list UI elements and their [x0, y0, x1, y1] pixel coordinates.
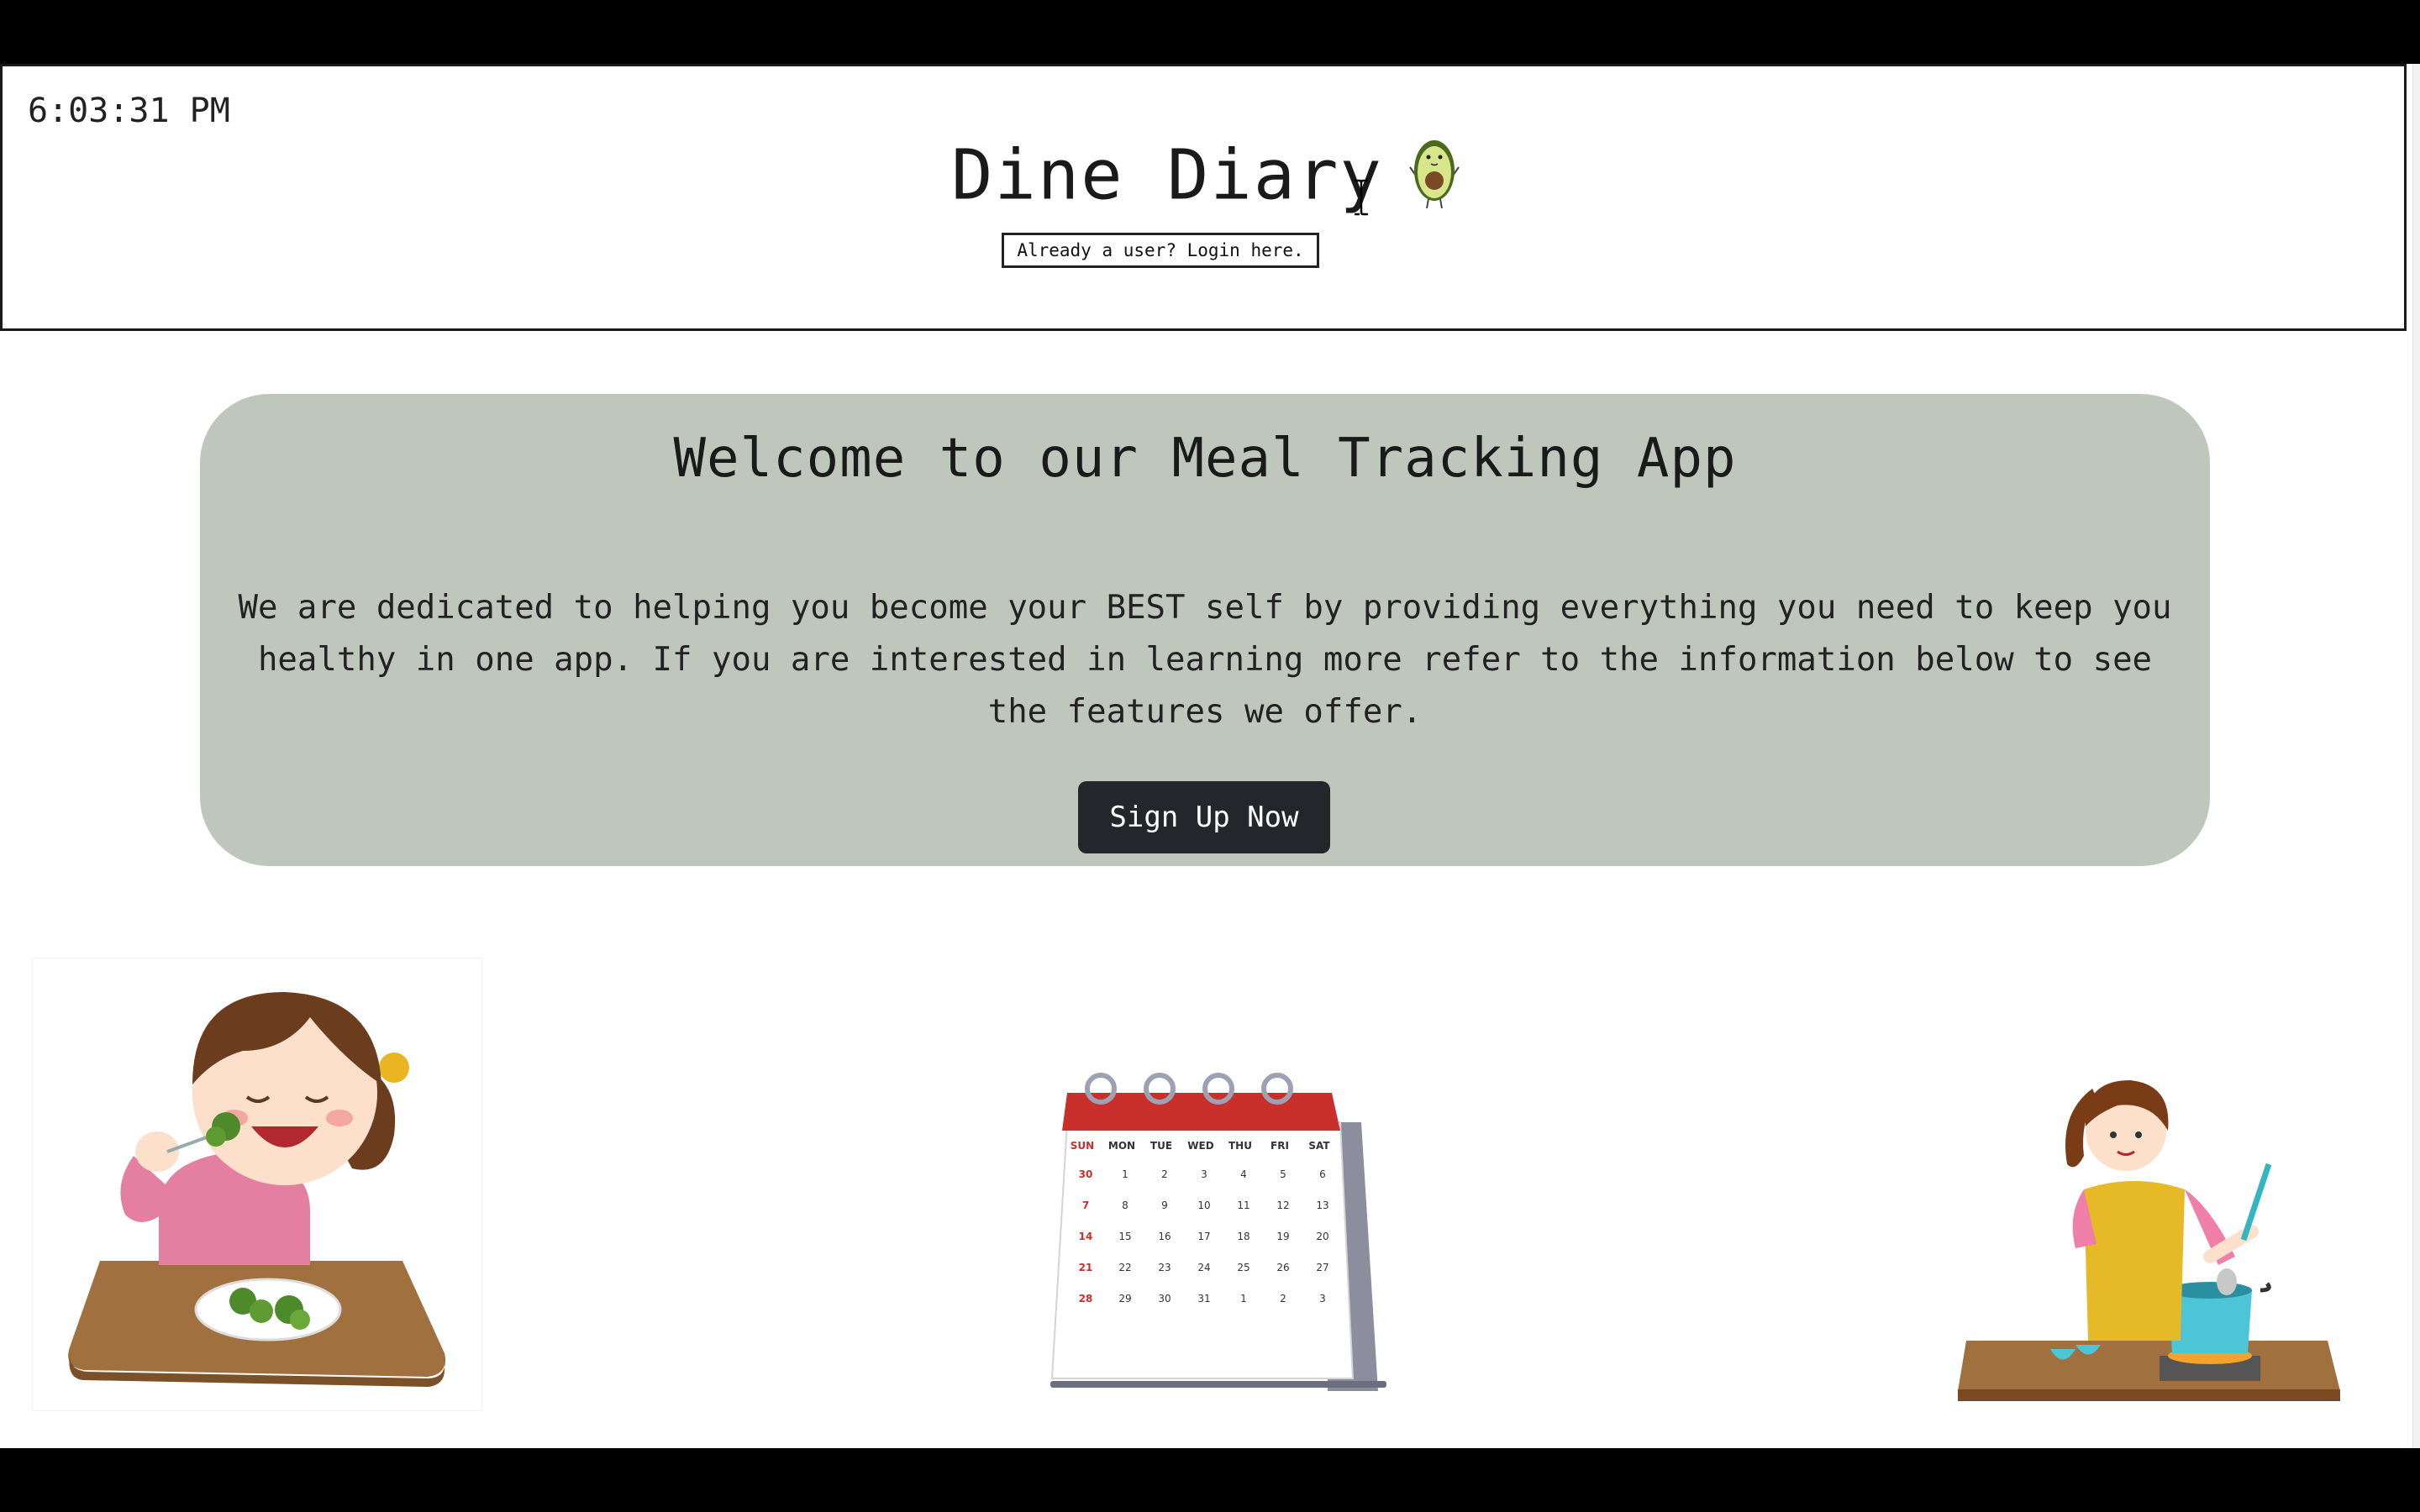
- calendar-date: 30: [1079, 1168, 1093, 1180]
- calendar-date: 17: [1197, 1231, 1210, 1242]
- calendar-day-label: TUE: [1150, 1140, 1172, 1152]
- calendar-date: 8: [1122, 1200, 1128, 1211]
- calendar-date: 25: [1237, 1262, 1249, 1273]
- calendar-date: 15: [1118, 1231, 1131, 1242]
- calendar-date: 10: [1197, 1200, 1210, 1211]
- calendar-illustration: SUN MON TUE WED THU FRI SAT 30 1 2 3 4 5 6 7 8 9 10 11 12 13…: [1042, 1055, 1395, 1399]
- site-header: 6:03:31 PM Dine Diary Already a user? Lo…: [0, 64, 2407, 331]
- calendar-day-label: MON: [1108, 1140, 1135, 1152]
- calendar-date: 21: [1079, 1262, 1093, 1273]
- calendar-date: 2: [1161, 1168, 1168, 1180]
- calendar-date: 3: [1319, 1293, 1326, 1305]
- girl-eating-illustration: [32, 958, 482, 1411]
- login-button[interactable]: Already a user? Login here.: [1002, 233, 1319, 268]
- calendar-date: 24: [1197, 1262, 1210, 1273]
- calendar-date: 12: [1276, 1200, 1289, 1211]
- calendar-day-label: SAT: [1308, 1140, 1330, 1152]
- calendar-date: 19: [1276, 1231, 1289, 1242]
- calendar-date: 26: [1276, 1262, 1289, 1273]
- clock: 6:03:31 PM: [28, 92, 230, 130]
- signup-button[interactable]: Sign Up Now: [1078, 781, 1330, 853]
- calendar-day-label: SUN: [1071, 1140, 1094, 1152]
- calendar-date: 31: [1197, 1293, 1210, 1305]
- welcome-description: We are dedicated to helping you become y…: [238, 589, 2172, 731]
- calendar-date: 23: [1158, 1262, 1171, 1273]
- calendar-date: 22: [1118, 1262, 1131, 1273]
- calendar-date: 14: [1079, 1231, 1093, 1242]
- calendar-date: 13: [1316, 1200, 1328, 1211]
- text-cursor-icon: [1352, 179, 1370, 219]
- calendar-date: 1: [1122, 1168, 1128, 1180]
- page-viewport: 6:03:31 PM Dine Diary Already a user? Lo…: [0, 64, 2420, 1448]
- calendar-date: 11: [1237, 1200, 1249, 1211]
- avocado-icon: [1408, 134, 1460, 226]
- welcome-banner: Welcome to our Meal Tracking App We are …: [200, 394, 2210, 866]
- woman-cooking-illustration: [1958, 1038, 2344, 1408]
- calendar-date: 28: [1079, 1293, 1093, 1305]
- calendar-date: 30: [1158, 1293, 1171, 1305]
- calendar-date: 3: [1201, 1168, 1207, 1180]
- calendar-date: 2: [1280, 1293, 1286, 1305]
- calendar-day-label: THU: [1228, 1140, 1252, 1152]
- calendar-date: 5: [1280, 1168, 1286, 1180]
- brand: Dine Diary: [3, 134, 2409, 226]
- calendar-day-label: FRI: [1270, 1140, 1289, 1152]
- calendar-date: 1: [1240, 1293, 1247, 1305]
- calendar-date: 20: [1316, 1231, 1328, 1242]
- calendar-date: 16: [1158, 1231, 1171, 1242]
- calendar-date: 27: [1316, 1262, 1328, 1273]
- calendar-date: 18: [1237, 1231, 1249, 1242]
- welcome-title: Welcome to our Meal Tracking App: [673, 428, 1737, 490]
- calendar-date: 4: [1240, 1168, 1247, 1180]
- calendar-date: 7: [1082, 1200, 1089, 1211]
- site-title: Dine Diary: [951, 135, 1383, 216]
- calendar-date: 6: [1319, 1168, 1326, 1180]
- page-scrollbar[interactable]: [2412, 64, 2420, 1448]
- calendar-day-label: WED: [1187, 1140, 1213, 1152]
- calendar-date: 9: [1161, 1200, 1168, 1211]
- calendar-date: 29: [1118, 1293, 1131, 1305]
